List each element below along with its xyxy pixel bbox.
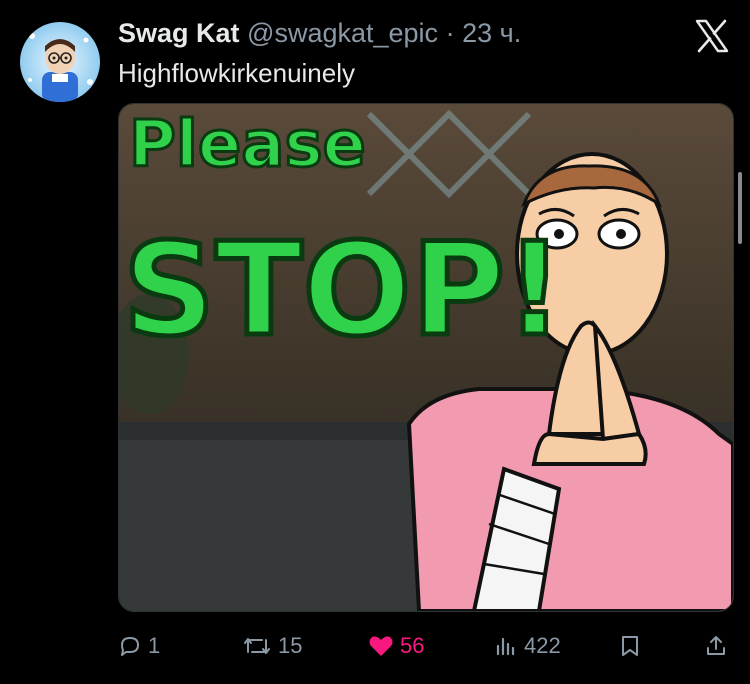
heart-icon (368, 634, 394, 658)
caption-stop: STOP! (123, 216, 564, 365)
timestamp[interactable]: 23 ч. (462, 18, 521, 48)
views-button[interactable]: 422 (494, 626, 561, 666)
like-count: 56 (400, 633, 425, 658)
bookmark-button[interactable] (619, 626, 641, 666)
retweet-button[interactable]: 15 (242, 626, 302, 666)
display-name[interactable]: Swag Kat (118, 18, 240, 48)
separator: · (445, 18, 455, 48)
share-icon (704, 634, 728, 658)
tweet-media[interactable]: Please STOP! (118, 103, 734, 612)
reply-count: 1 (148, 633, 161, 658)
views-icon (494, 634, 518, 658)
scrollbar[interactable] (738, 172, 742, 244)
action-bar: 1 15 56 422 (118, 626, 732, 666)
bookmark-icon (619, 634, 641, 658)
tweet-text: Highflowkirkenuinely (118, 58, 355, 88)
share-button[interactable] (704, 626, 728, 666)
reply-button[interactable]: 1 (118, 626, 160, 666)
user-handle[interactable]: @swagkat_epic (247, 18, 438, 48)
like-button[interactable]: 56 (368, 626, 424, 666)
tweet-header: Swag Kat @swagkat_epic · 23 ч. (118, 16, 521, 50)
views-count: 422 (524, 633, 561, 658)
x-logo-icon[interactable] (694, 18, 730, 54)
caption-please: Please (129, 108, 366, 182)
retweet-count: 15 (278, 633, 303, 658)
reply-icon (118, 634, 142, 658)
avatar[interactable] (20, 22, 100, 102)
retweet-icon (242, 634, 272, 658)
